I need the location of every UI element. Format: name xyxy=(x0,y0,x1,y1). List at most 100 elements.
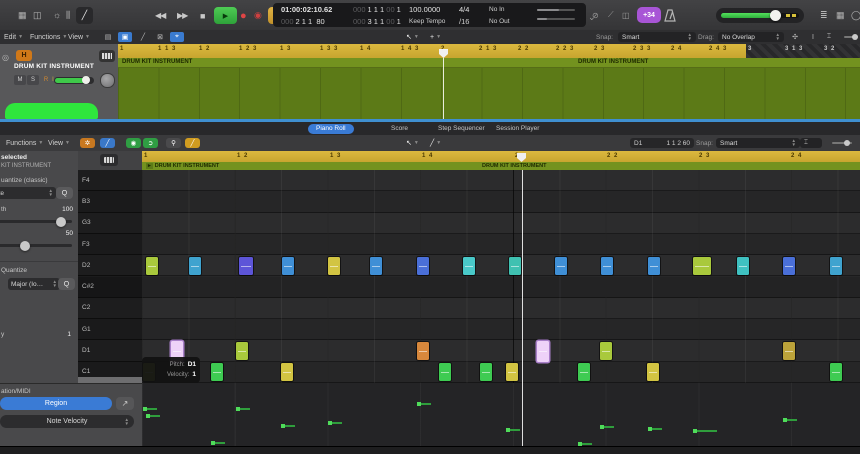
pr-functions-menu[interactable]: Functions ▼ xyxy=(6,136,43,150)
midi-note[interactable] xyxy=(578,363,590,382)
list-icon[interactable]: ≣ xyxy=(820,8,828,22)
tab-piano-roll[interactable]: Piano Roll xyxy=(308,123,354,134)
pencil-mode-button[interactable]: ╱ xyxy=(100,138,115,148)
text-tool-icon[interactable]: I xyxy=(806,32,820,42)
pan-knob[interactable] xyxy=(100,73,115,88)
bracket-icon[interactable]: ⌶ xyxy=(822,32,836,42)
midi-note[interactable] xyxy=(737,256,749,275)
midi-in-button[interactable]: ◉ xyxy=(126,138,141,148)
play-button[interactable]: ▶ xyxy=(214,7,237,24)
erase-icon[interactable]: ⊠ xyxy=(153,32,167,42)
midi-note[interactable] xyxy=(601,256,613,275)
inspector-icon[interactable]: ◫ xyxy=(33,8,42,22)
strength-slider[interactable] xyxy=(0,216,72,227)
functions-menu[interactable]: Functions ▼ xyxy=(30,30,67,44)
pr-bracket-icon[interactable]: ⌶ xyxy=(800,138,822,148)
piano-key-row[interactable]: C2 xyxy=(78,297,142,320)
midi-note[interactable] xyxy=(370,256,382,275)
hide-track-button[interactable]: H xyxy=(16,50,32,61)
piano-roll-grid[interactable] xyxy=(142,170,860,383)
midi-note[interactable] xyxy=(647,363,659,382)
no-input-icon[interactable]: ⊘ xyxy=(592,8,599,22)
drag-dropdown[interactable]: No Overlap ▲ ▼ xyxy=(718,32,784,42)
track-power-icon[interactable]: ◎ xyxy=(2,50,9,64)
midi-note[interactable] xyxy=(830,363,842,382)
piano-roll-ruler[interactable]: 11 21 31 422 22 32 4 xyxy=(142,151,860,162)
keyboard-view-button[interactable] xyxy=(100,154,118,166)
midi-note[interactable] xyxy=(693,256,711,275)
pr-snap-dropdown[interactable]: Smart ▲ ▼ xyxy=(716,138,800,148)
tab-session-player[interactable]: Session Player xyxy=(488,124,547,134)
automation-icon[interactable]: ⌖ xyxy=(170,32,184,42)
region-mode-button[interactable]: Region xyxy=(0,397,112,410)
marquee-icon[interactable]: ▣ xyxy=(118,32,132,42)
rewind-button[interactable]: ◀◀ xyxy=(155,7,166,24)
piano-key-row[interactable]: D2 xyxy=(78,255,142,277)
midi-note[interactable] xyxy=(236,341,248,360)
midi-note[interactable] xyxy=(239,256,253,275)
library-icon[interactable]: ▦ xyxy=(836,8,845,22)
zoom-slider[interactable] xyxy=(840,32,860,42)
count-in-badge[interactable]: +34 xyxy=(637,7,661,23)
tab-step-sequencer[interactable]: Step Sequencer xyxy=(430,124,493,134)
track-volume-slider[interactable] xyxy=(54,76,94,84)
pr-pencil-tool[interactable]: ╱ ▼ xyxy=(430,136,441,150)
pr-view-menu[interactable]: View ▼ xyxy=(48,136,70,150)
piano-key-row[interactable]: G1 xyxy=(78,319,142,341)
secondary-tool-button[interactable]: + ▼ xyxy=(430,30,441,44)
midi-draw-button[interactable]: ✲ xyxy=(80,138,95,148)
midi-note[interactable] xyxy=(783,341,795,360)
region-link-button[interactable]: ↗ xyxy=(116,397,134,410)
arrange-ruler[interactable]: 11 1 31 21 2 31 31 3 31 41 4 322 1 32 22… xyxy=(118,44,860,58)
velocity-value[interactable]: 1 xyxy=(67,331,71,338)
tuner-icon[interactable]: ⟋ xyxy=(608,8,614,22)
midi-note[interactable] xyxy=(509,256,521,275)
brush-button[interactable]: ╱ xyxy=(185,138,200,148)
forward-button[interactable]: ▶▶ xyxy=(177,7,188,24)
ghost-notes-button[interactable]: ⚲ xyxy=(166,138,181,148)
track-name[interactable]: DRUM KIT INSTRUMENT xyxy=(14,63,94,70)
solo-button[interactable]: S xyxy=(27,75,39,85)
piano-key-row[interactable]: B3 xyxy=(78,191,142,213)
midi-note[interactable] xyxy=(463,256,475,275)
midi-note[interactable] xyxy=(282,256,294,275)
catch-button[interactable]: ➲ xyxy=(143,138,158,148)
mixer-icon[interactable]: ⫼ xyxy=(66,8,70,22)
record-button[interactable]: ● xyxy=(240,7,247,24)
arrange-playhead[interactable] xyxy=(443,58,444,119)
settings-icon[interactable]: ☼ xyxy=(53,8,61,22)
midi-note[interactable] xyxy=(146,256,158,275)
range-slider[interactable] xyxy=(0,240,72,251)
velocity-lane[interactable] xyxy=(142,383,860,454)
loop-browser-icon[interactable]: ◯ xyxy=(851,8,860,22)
piano-key-row[interactable]: C#2 xyxy=(78,276,142,298)
piano-key-row[interactable]: F3 xyxy=(78,233,142,256)
cycle-range[interactable] xyxy=(118,44,746,58)
scale-apply-button[interactable]: Q xyxy=(58,278,75,290)
midi-note[interactable] xyxy=(281,363,293,382)
crosshair-icon[interactable]: ✣ xyxy=(788,32,802,42)
quick-help-pencil-button[interactable]: ╱ xyxy=(76,7,93,24)
pr-playhead[interactable] xyxy=(522,170,523,383)
piano-key-row[interactable]: F4 xyxy=(78,170,142,192)
arrange-region[interactable]: DRUM KIT INSTRUMENT DRUM KIT INSTRUMENT xyxy=(118,58,860,119)
mute-button[interactable]: M xyxy=(14,75,26,85)
note-velocity-dropdown[interactable]: Note Velocity ▲ ▼ xyxy=(0,415,134,428)
monitor-icon[interactable]: ▦ xyxy=(18,8,27,22)
stop-button[interactable]: ■ xyxy=(200,7,206,24)
midi-note[interactable] xyxy=(189,256,201,275)
solo-off-icon[interactable]: ◫ xyxy=(622,8,630,22)
range-value[interactable]: 50 xyxy=(66,230,73,237)
pencil-icon[interactable]: ╱ xyxy=(136,32,150,42)
midi-note[interactable] xyxy=(439,363,451,382)
midi-note[interactable] xyxy=(648,256,660,275)
piano-key-row[interactable]: G3 xyxy=(78,212,142,234)
midi-note[interactable] xyxy=(830,256,842,275)
quantize-value-dropdown[interactable]: ote▲▼ xyxy=(0,187,56,199)
pr-pointer-tool[interactable]: ↖ ▼ xyxy=(406,136,419,150)
midi-note[interactable] xyxy=(600,341,612,360)
grid-icon[interactable]: ▤ xyxy=(101,32,115,42)
midi-note[interactable] xyxy=(211,363,223,382)
snap-dropdown[interactable]: Smart ▲ ▼ xyxy=(618,32,696,42)
midi-note[interactable] xyxy=(506,363,518,382)
